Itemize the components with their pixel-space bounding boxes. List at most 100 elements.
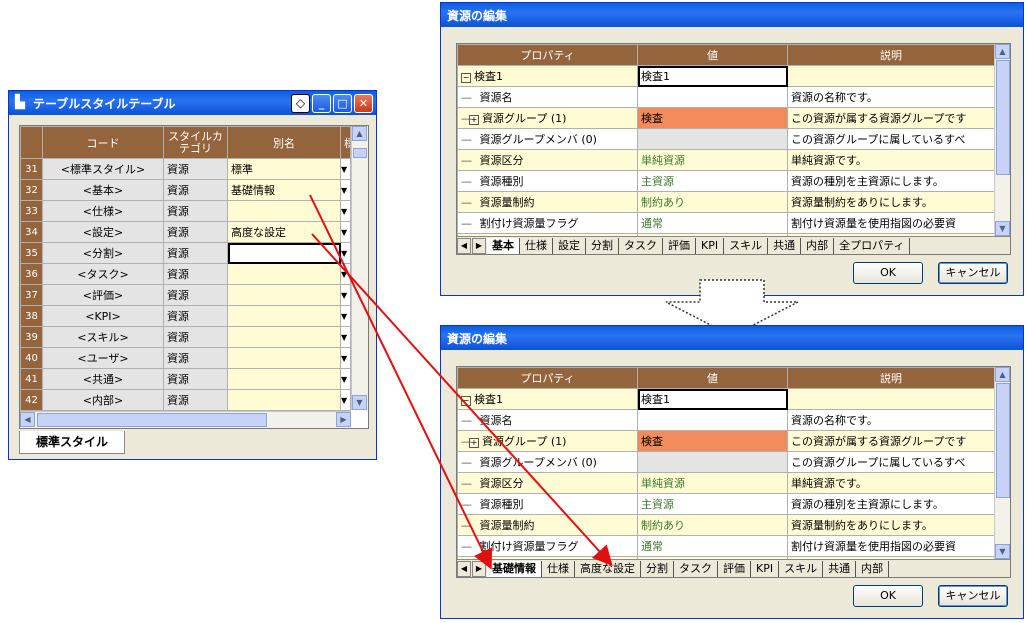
property-value[interactable]	[637, 128, 788, 150]
diamond-icon[interactable]: ◇	[291, 93, 310, 113]
property-name[interactable]: — 資源名	[457, 409, 638, 431]
property-name[interactable]: — 資源名	[457, 86, 638, 108]
dialog-title-bar[interactable]: 資源の編集	[441, 3, 1023, 27]
property-value[interactable]: 検査1	[637, 65, 788, 87]
alias-cell[interactable]	[227, 263, 341, 285]
col-value[interactable]: 値	[637, 44, 788, 66]
property-value[interactable]: 制約あり	[637, 191, 788, 213]
property-name[interactable]: − 検査1	[457, 65, 638, 87]
table-row[interactable]: 38 <KPI> 資源 ▼	[20, 305, 351, 327]
table-row[interactable]: 35 <分割> 資源 ▼	[20, 242, 351, 264]
table-row[interactable]: 39 <スキル> 資源 ▼	[20, 326, 351, 348]
property-row[interactable]: — 資源量制約 制約あり 資源量制約をありにします。	[457, 191, 995, 213]
scroll-down-icon[interactable]: ▼	[995, 221, 1010, 236]
table-row[interactable]: 34 <設定> 資源 高度な設定 ▼	[20, 221, 351, 243]
property-row[interactable]: — 資源種別 主資源 資源の種別を主資源にします。	[457, 170, 995, 192]
property-row[interactable]: —+ 資源グループ (1) 検査 この資源が属する資源グループです	[457, 107, 995, 129]
scroll-thumb[interactable]	[996, 383, 1010, 498]
property-name[interactable]: —+ 資源グループ (1)	[457, 107, 638, 129]
expand-icon[interactable]: +	[469, 115, 479, 125]
tab-9[interactable]: 内部	[856, 561, 890, 577]
category-cell[interactable]: 資源	[163, 200, 228, 222]
table-row[interactable]: 41 <共通> 資源 ▼	[20, 368, 351, 390]
table-row[interactable]: 42 <内部> 資源 ▼	[20, 389, 351, 411]
scroll-down-icon[interactable]: ▼	[352, 395, 367, 410]
property-row[interactable]: — 資源名 資源の名称です。	[457, 86, 995, 108]
code-cell[interactable]: <KPI>	[42, 305, 164, 327]
scroll-up-icon[interactable]: ▲	[995, 367, 1010, 382]
h-scroll-thumb[interactable]	[37, 413, 267, 427]
table-row[interactable]: 40 <ユーザ> 資源 ▼	[20, 347, 351, 369]
col-alias[interactable]: 別名	[227, 126, 341, 159]
property-row[interactable]: − 検査1 検査1	[457, 388, 995, 410]
dropdown-icon[interactable]: ▼	[340, 221, 351, 243]
property-row[interactable]: — 資源グループメンバ (0) この資源グループに属しているすべ	[457, 128, 995, 150]
dropdown-icon[interactable]: ▼	[340, 368, 351, 390]
code-cell[interactable]: <スキル>	[42, 326, 164, 348]
collapse-icon[interactable]: −	[461, 396, 471, 406]
row-number[interactable]: 41	[20, 368, 43, 390]
category-cell[interactable]: 資源	[163, 389, 228, 411]
row-number[interactable]: 34	[20, 221, 43, 243]
row-number[interactable]: 38	[20, 305, 43, 327]
category-cell[interactable]: 資源	[163, 284, 228, 306]
alias-cell[interactable]	[227, 200, 341, 222]
code-cell[interactable]: <分割>	[42, 242, 164, 264]
dropdown-icon[interactable]: ▼	[340, 284, 351, 306]
property-name[interactable]: —+ 資源グループ (1)	[457, 430, 638, 452]
tab-1[interactable]: 仕様	[542, 561, 575, 577]
collapse-icon[interactable]: −	[461, 73, 471, 83]
alias-cell[interactable]: 基礎情報	[227, 179, 341, 201]
row-number[interactable]: 32	[20, 179, 43, 201]
property-name[interactable]: — 資源量制約	[457, 514, 638, 536]
row-number[interactable]: 40	[20, 347, 43, 369]
maximize-button[interactable]: □	[333, 93, 352, 113]
tab-8[interactable]: 共通	[823, 561, 857, 577]
alias-cell[interactable]	[227, 242, 341, 264]
tab-5[interactable]: 評価	[663, 238, 696, 254]
property-value[interactable]: 単純資源	[637, 149, 788, 171]
property-name[interactable]: — 資源グループメンバ (0)	[457, 451, 638, 473]
ok-button[interactable]: OK	[853, 262, 923, 284]
scroll-left-icon[interactable]: ◀	[20, 412, 35, 427]
property-name[interactable]: − 検査1	[457, 388, 638, 410]
tab-7[interactable]: スキル	[779, 561, 824, 577]
dropdown-icon[interactable]: ▼	[340, 200, 351, 222]
property-row[interactable]: — 資源グループメンバ (0) この資源グループに属しているすべ	[457, 451, 995, 473]
property-value[interactable]: 主資源	[637, 493, 788, 515]
code-cell[interactable]: <設定>	[42, 221, 164, 243]
code-cell[interactable]: <内部>	[42, 389, 164, 411]
col-property[interactable]: プロパティ	[457, 367, 638, 389]
property-name[interactable]: — 資源量制約	[457, 191, 638, 213]
property-value[interactable]: 主資源	[637, 170, 788, 192]
code-cell[interactable]: <基本>	[42, 179, 164, 201]
dialog-title-bar[interactable]: 資源の編集	[441, 326, 1023, 350]
property-value[interactable]: 検査	[637, 107, 788, 129]
vertical-scrollbar[interactable]: ▲ ▼	[994, 367, 1010, 559]
property-name[interactable]: — 資源種別	[457, 493, 638, 515]
category-cell[interactable]: 資源	[163, 242, 228, 264]
close-button[interactable]: ✕	[354, 93, 373, 113]
row-number[interactable]: 39	[20, 326, 43, 348]
dropdown-icon[interactable]: ▼	[340, 326, 351, 348]
dropdown-icon[interactable]: ▼	[340, 305, 351, 327]
category-cell[interactable]: 資源	[163, 179, 228, 201]
category-cell[interactable]: 資源	[163, 326, 228, 348]
code-cell[interactable]: <標準スタイル>	[42, 158, 164, 180]
col-extra[interactable]: 標	[340, 126, 351, 159]
property-row[interactable]: − 検査1 検査1	[457, 65, 995, 87]
scroll-up-icon[interactable]: ▲	[995, 44, 1010, 59]
row-number[interactable]: 35	[20, 242, 43, 264]
category-cell[interactable]: 資源	[163, 305, 228, 327]
dropdown-icon[interactable]: ▼	[340, 389, 351, 411]
tab-3[interactable]: 分割	[641, 561, 674, 577]
scroll-down-icon[interactable]: ▼	[995, 544, 1010, 559]
tab-prev-icon[interactable]: ◀	[457, 238, 471, 254]
property-value[interactable]: 検査1	[637, 388, 788, 410]
alias-cell[interactable]	[227, 347, 341, 369]
table-row[interactable]: 32 <基本> 資源 基礎情報 ▼	[20, 179, 351, 201]
col-description[interactable]: 説明	[787, 44, 995, 66]
ok-button[interactable]: OK	[853, 585, 923, 607]
alias-cell[interactable]	[227, 305, 341, 327]
vertical-scrollbar[interactable]: ▲ ▼	[351, 126, 368, 410]
